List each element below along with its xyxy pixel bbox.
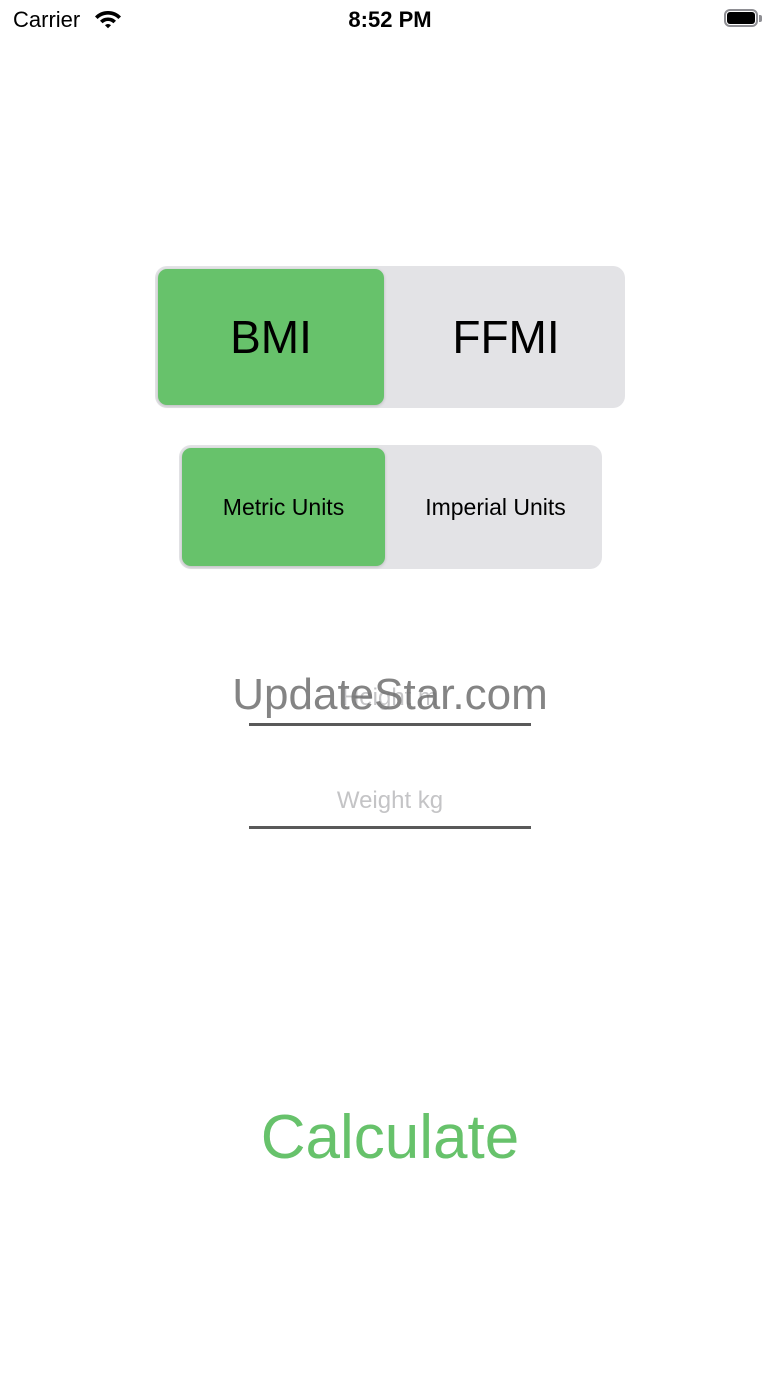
segment-bmi[interactable]: BMI xyxy=(158,269,384,405)
segment-ffmi[interactable]: FFMI xyxy=(390,269,622,405)
segment-imperial-units[interactable]: Imperial Units xyxy=(392,448,599,566)
height-field xyxy=(249,673,531,726)
calculate-button[interactable]: Calculate xyxy=(190,1095,590,1179)
units-segmented-control: Metric Units Imperial Units xyxy=(179,445,602,569)
battery-icon xyxy=(724,9,762,29)
segment-metric-units[interactable]: Metric Units xyxy=(182,448,385,566)
weight-input[interactable] xyxy=(249,776,531,826)
status-bar: Carrier 8:52 PM xyxy=(0,0,780,40)
clock-label: 8:52 PM xyxy=(348,7,432,32)
index-type-segmented-control: BMI FFMI xyxy=(155,266,625,408)
weight-field xyxy=(249,776,531,829)
height-input[interactable] xyxy=(249,673,531,723)
